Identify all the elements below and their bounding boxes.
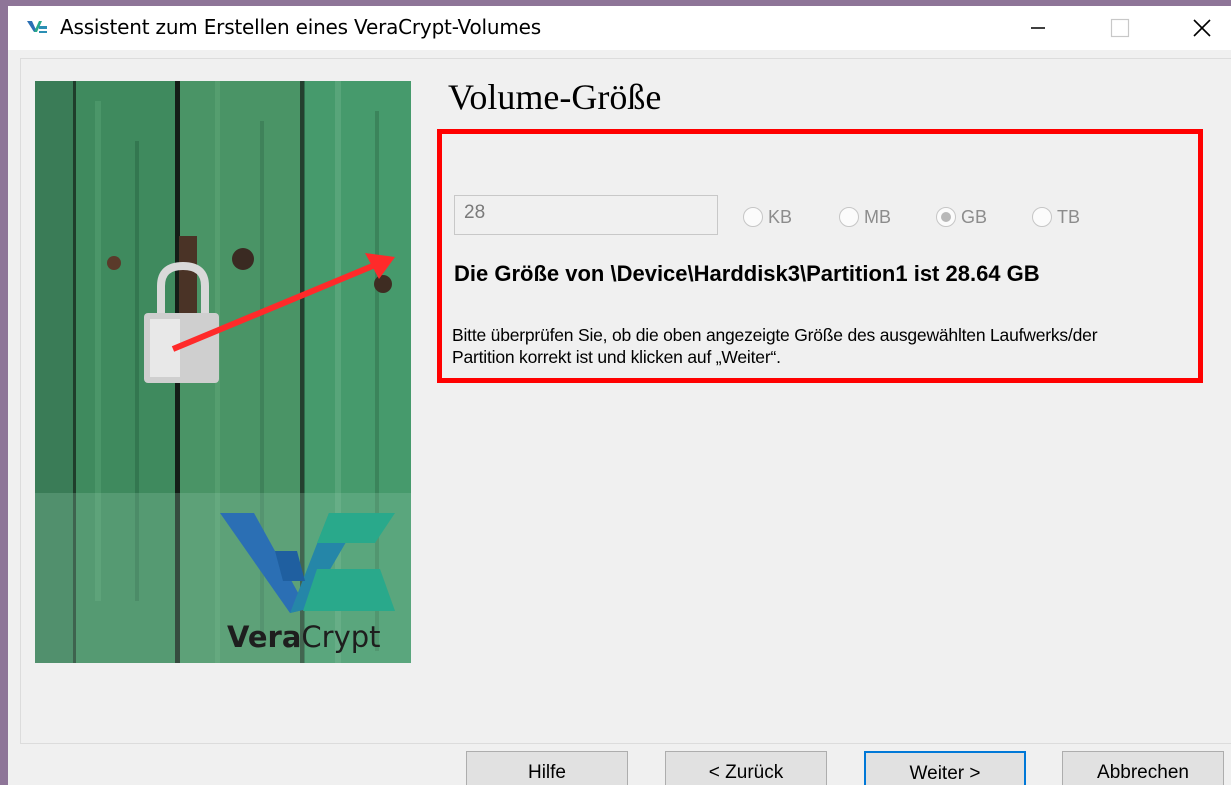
volume-size-input[interactable]: 28 [454, 195, 718, 235]
veracrypt-wizard-window: Assistent zum Erstellen eines VeraCrypt-… [8, 6, 1231, 785]
wizard-sidebar-image: VeraCrypt [35, 81, 411, 663]
logo-text-bold: Vera [227, 620, 301, 654]
unit-label-mb: MB [864, 206, 891, 227]
radio-circle [839, 207, 859, 227]
veracrypt-app-icon [26, 16, 48, 38]
unit-radio-gb[interactable]: GB [936, 205, 987, 229]
help-button[interactable]: Hilfe [466, 751, 628, 785]
cancel-button[interactable]: Abbrechen [1062, 751, 1224, 785]
next-button[interactable]: Weiter > [864, 751, 1026, 785]
radio-circle-selected [936, 207, 956, 227]
logo-text-light: Crypt [301, 620, 380, 654]
close-button[interactable] [1164, 6, 1231, 50]
verification-hint: Bitte überprüfen Sie, ob die oben angeze… [452, 325, 1098, 367]
maximize-button[interactable] [1082, 6, 1158, 50]
minimize-button[interactable] [1000, 6, 1076, 50]
window-title: Assistent zum Erstellen eines VeraCrypt-… [60, 15, 541, 39]
radio-circle [1032, 207, 1052, 227]
unit-radio-kb[interactable]: KB [743, 205, 792, 229]
title-bar[interactable]: Assistent zum Erstellen eines VeraCrypt-… [8, 6, 1231, 50]
unit-label-gb: GB [961, 206, 988, 227]
minimize-icon [1031, 27, 1045, 29]
radio-circle [743, 207, 763, 227]
page-title: Volume-Größe [448, 77, 662, 117]
unit-label-kb: KB [768, 206, 793, 227]
unit-radio-mb[interactable]: MB [839, 205, 891, 229]
unit-radio-tb[interactable]: TB [1032, 205, 1080, 229]
maximize-icon [1110, 18, 1130, 38]
back-button[interactable]: < Zurück [665, 751, 827, 785]
close-icon [1193, 19, 1211, 37]
partition-size-info: Die Größe von \Device\Harddisk3\Partitio… [454, 261, 1040, 286]
unit-label-tb: TB [1057, 206, 1081, 227]
svg-text:VeraCrypt: VeraCrypt [227, 620, 381, 654]
